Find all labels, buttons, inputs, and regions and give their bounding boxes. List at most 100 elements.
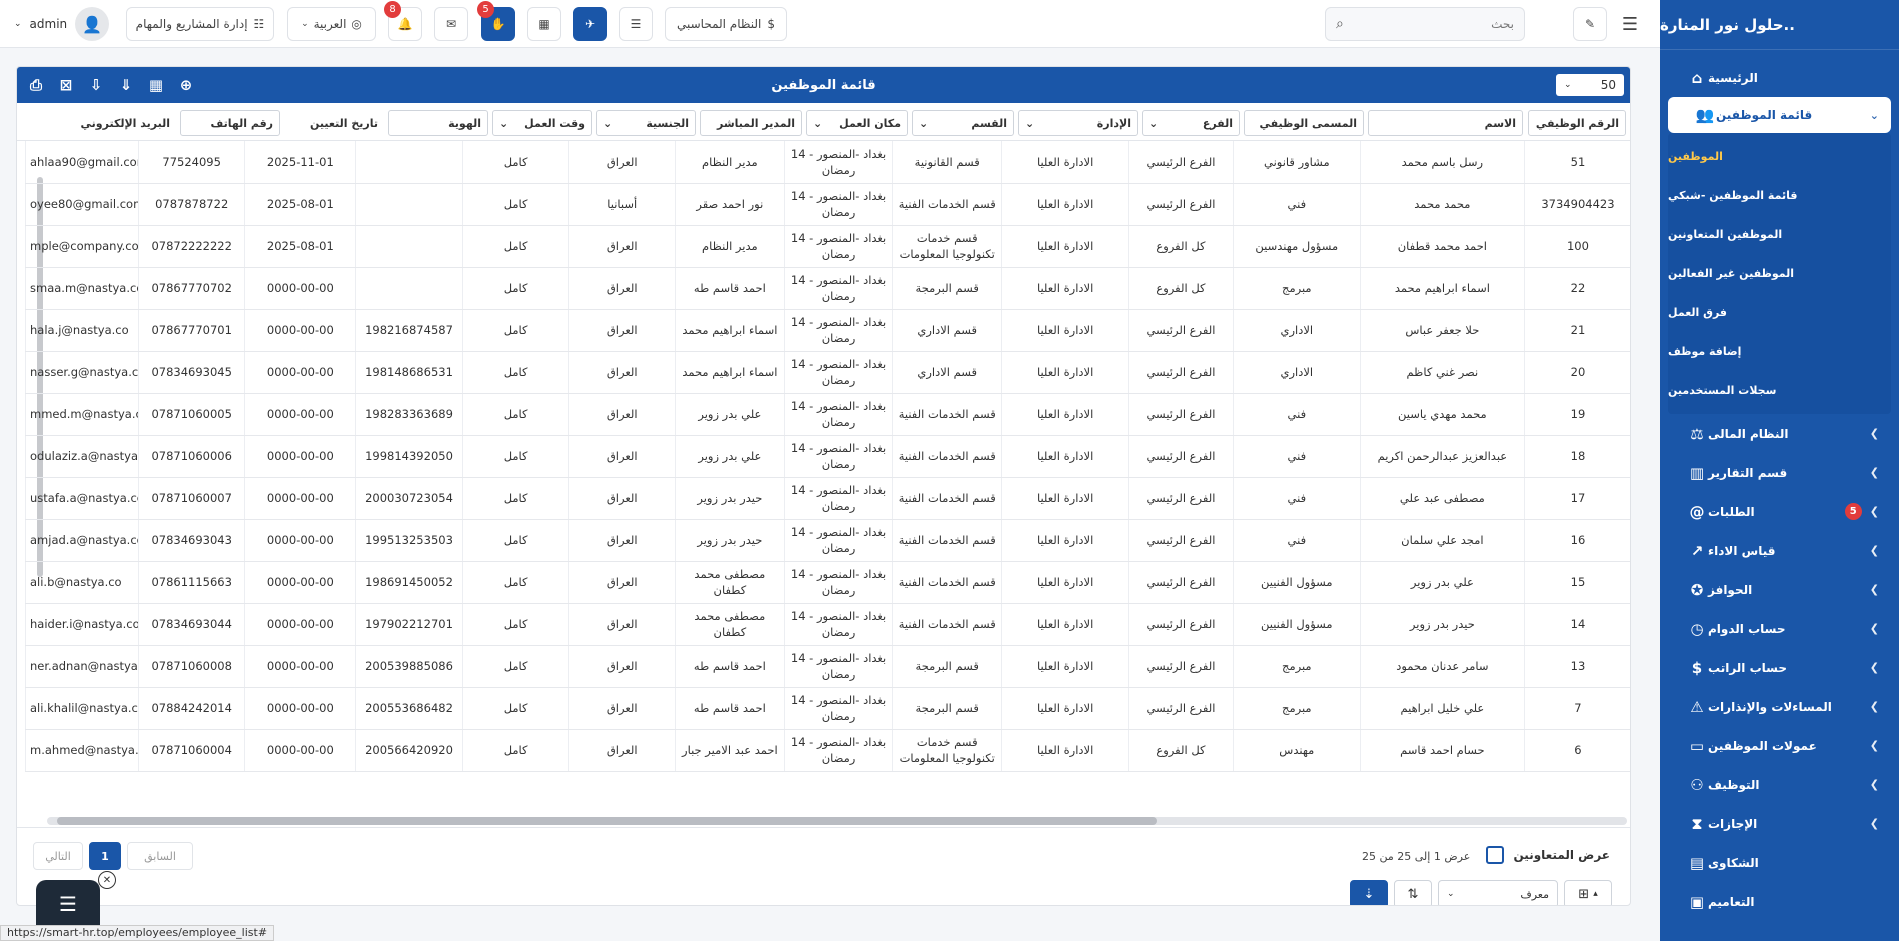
filter-branch[interactable]: الفرع ⌄ [1142,110,1240,136]
filter-employee-id[interactable]: الرقم الوظيفي [1528,110,1626,136]
page-size-select[interactable]: ⌄ 50 [1556,74,1624,96]
download-icon[interactable]: ⇩ [83,73,109,97]
filter-job-title[interactable]: المسمى الوظيفي [1244,110,1364,136]
sidebar-item-finance[interactable]: ⚖ النظام المالى ❮ [1660,414,1899,453]
sidebar-item-hiring[interactable]: ⚇ التوظيف ❮ [1660,765,1899,804]
close-icon[interactable]: ✕ [98,871,116,889]
filter-phone[interactable]: رقم الهاتف [180,110,280,136]
search-icon: ⌕ [1336,16,1344,32]
submenu-item-grid[interactable]: قائمة الموظفين -شبكي [1668,176,1891,215]
table-row[interactable]: 3734904423 محمد محمد فني الفرع الرئيسي الادا… [25,183,1630,226]
filter-administration[interactable]: الإدارة ⌄ [1018,110,1138,136]
sidebar-item-circulars[interactable]: ▣ التعاميم [1660,882,1899,921]
filter-manager[interactable]: المدير المباشر [700,110,802,136]
sidebar-item-reports[interactable]: ▥ قسم التقارير ❮ [1660,453,1899,492]
table-container: 51 رسل باسم محمد مشاور قانوني الفرع الرئيسي… [25,141,1630,803]
submenu-item-inactive[interactable]: الموظفين غير الفعالين [1668,254,1891,293]
sidebar-item-warnings[interactable]: ⚠ المساءلات والإنذارات ❮ [1660,687,1899,726]
table-row[interactable]: 6 حسام احمد قاسم مهندس كل الفروع الادارة الع… [25,729,1630,772]
filter-label: رقم الهاتف [210,116,273,130]
prev-page-button[interactable]: السابق [127,842,193,870]
table-row[interactable]: 16 امجد علي سلمان فني الفرع الرئيسي الادارة … [25,519,1630,562]
excel-icon[interactable]: ⊠ [53,73,79,97]
cell-manager: احمد قاسم طه [675,687,785,730]
table-row[interactable]: 7 علي خليل ابراهيم مبرمج الفرع الرئيسي الادا… [25,687,1630,730]
edit-shortcut-button[interactable]: ✎ [1573,7,1607,41]
sort-field-select[interactable]: ⌄ معرف [1438,880,1558,905]
submenu-item-teams[interactable]: فرق العمل [1668,293,1891,332]
table-row[interactable]: 18 عبدالعزيز عبدالرحمن اكريم فني الفرع الرئ… [25,435,1630,478]
next-page-button[interactable]: التالي [33,842,83,870]
print-icon[interactable]: ⎙ [23,73,49,97]
table-row[interactable]: 17 مصطفى عبد علي فني الفرع الرئيسي الادارة ا… [25,477,1630,520]
filter-id-number[interactable]: الهوية [388,110,488,136]
chat-button[interactable]: ☰ [619,7,653,41]
filter-work-time[interactable]: وقت العمل ⌄ [492,110,592,136]
cell-title: فني [1232,435,1361,478]
table-row[interactable]: 15 علي بدر زوير مسؤول الفنيين الفرع الرئيسي… [25,561,1630,604]
notifications-button[interactable]: 🔔 8 [384,1,422,41]
table-row[interactable]: 13 سامر عدنان محمود مبرمج الفرع الرئيسي الاد… [25,645,1630,688]
chevron-down-icon: ⌄ [813,116,823,130]
doc-icon: ▤ [1689,853,1705,872]
sidebar-item-incentives[interactable]: ✪ الحوافز ❮ [1660,570,1899,609]
requests-badge: 5 [1844,503,1862,520]
table-row[interactable]: 21 حلا جعفر عباس الاداري الفرع الرئيسي الادا… [25,309,1630,352]
sidebar-item-salary[interactable]: $ حساب الراتب ❮ [1660,648,1899,687]
dollar-icon: $ [1691,658,1703,677]
table-row[interactable]: 14 حيدر بدر زوير مسؤول الفنيين الفرع الرئيس… [25,603,1630,646]
sidebar-item-home[interactable]: ⌂ الرئيسية [1660,58,1899,97]
submenu-item-employees[interactable]: الموظفين [1668,137,1891,176]
cell-worktime: كامل [461,603,569,646]
menu-toggle-button[interactable]: ☰ [1615,7,1645,41]
chat-widget-button[interactable]: ☰ [36,880,100,928]
cell-email: haider.i@nastya.co [25,603,139,646]
add-icon[interactable]: ⊕ [173,73,199,97]
sidebar-item-performance[interactable]: ↗ قياس الاداء ❮ [1660,531,1899,570]
cell-dept: قسم الخدمات الفنية [892,603,1002,646]
download-pdf-icon[interactable]: ⇓ [113,73,139,97]
grid-view-icon[interactable]: ▦ [143,73,169,97]
sort-az-button[interactable]: ⇣ [1350,880,1388,905]
calculator-button[interactable]: ▦ [527,7,561,41]
user-menu[interactable]: ⌄ admin 👤 [14,7,110,41]
filter-name[interactable]: الاسم [1368,110,1523,136]
table-row[interactable]: 100 احمد محمد قطفان مسؤول مهندسين كل الفروع… [25,225,1630,268]
filter-email[interactable]: البريد الإلكتروني [46,110,176,136]
cell-nation: العراق [568,519,676,562]
collaborators-checkbox[interactable] [1485,846,1504,864]
search-input[interactable] [1343,17,1514,31]
filter-work-place[interactable]: مكان العمل ⌄ [806,110,908,136]
collaborators-toggle[interactable]: عرض المتعاونين [1485,846,1610,864]
sidebar-item-leaves[interactable]: ⧗ الإجازات ❮ [1660,804,1899,843]
tasks-button[interactable]: ✋ 5 [477,1,515,41]
search-box[interactable]: ⌕ [1325,7,1525,41]
sidebar-item-employees[interactable]: 👥 قائمة الموظفين ⌄ [1668,97,1891,133]
filter-department[interactable]: القسم ⌄ [912,110,1014,136]
filter-nationality[interactable]: الجنسية ⌄ [596,110,696,136]
sidebar-item-commissions[interactable]: ▭ عمولات الموظفين ❮ [1660,726,1899,765]
table-row[interactable]: 22 اسماء ابراهيم محمد مبرمج كل الفروع الادار… [25,267,1630,310]
accounting-button[interactable]: النظام المحاسبي $ [665,7,787,41]
scroll-thumb[interactable] [57,817,1157,825]
page-1-button[interactable]: 1 [89,842,121,870]
cell-name: عبدالعزيز عبدالرحمن اكريم [1359,435,1525,478]
sidebar-item-attendance[interactable]: ◷ حساب الدوام ❮ [1660,609,1899,648]
submenu-item-collaborators[interactable]: الموظفين المتعاونين [1668,215,1891,254]
mail-button[interactable]: ✉ [434,7,468,41]
horizontal-scrollbar[interactable] [47,817,1627,825]
table-row[interactable]: 51 رسل باسم محمد مشاور قانوني الفرع الرئيسي… [25,141,1630,184]
language-select[interactable]: ⌄ العربية ◎ [287,7,376,41]
filter-hire-date[interactable]: تاريخ التعيين [284,110,384,136]
projects-button[interactable]: إدارة المشاريع والمهام ☷ [126,7,274,41]
submenu-item-user-logs[interactable]: سجلات المستخدمين [1668,371,1891,410]
submenu-item-add-employee[interactable]: إضافة موظف [1668,332,1891,371]
sidebar-item-requests[interactable]: @ الطلبات 5 ❮ [1660,492,1899,531]
columns-toggle-button[interactable]: ⊞ ▴ [1564,880,1612,905]
table-row[interactable]: 20 نصر غني كاظم الاداري الفرع الرئيسي الادار… [25,351,1630,394]
rocket-button[interactable]: ✈ [573,7,607,41]
sidebar-item-complaints[interactable]: ▤ الشكاوى [1660,843,1899,882]
cell-nation: العراق [568,477,676,520]
table-row[interactable]: 19 محمد مهدي ياسين فني الفرع الرئيسي الادارة… [25,393,1630,436]
sort-direction-button[interactable]: ⇅ [1394,880,1432,905]
